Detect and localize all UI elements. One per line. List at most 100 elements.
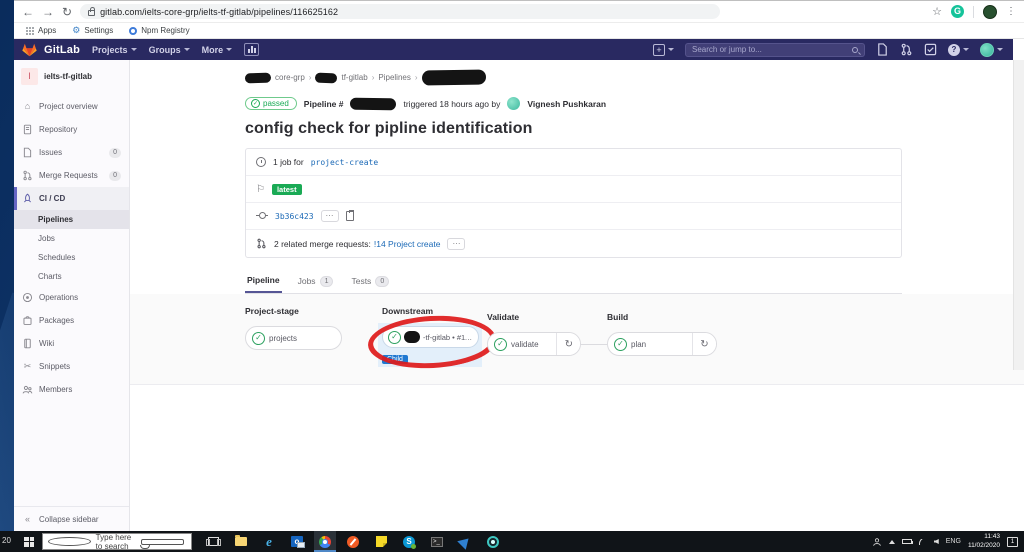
- sidebar-item-packages[interactable]: Packages: [14, 309, 129, 332]
- user-menu[interactable]: [980, 42, 1003, 57]
- copy-commit-icon[interactable]: [345, 210, 354, 221]
- ref-link[interactable]: project-create: [311, 158, 378, 167]
- teal-app-button[interactable]: [482, 531, 504, 552]
- pipeline-graph: Project-stage ✓ projects Downstream ✓ -t…: [130, 294, 1024, 385]
- gitlab-brand-text[interactable]: GitLab: [44, 44, 80, 56]
- battery-icon[interactable]: [901, 539, 913, 544]
- chevron-down-icon: [668, 48, 674, 51]
- status-badge[interactable]: ✓ passed: [245, 97, 297, 110]
- author-avatar[interactable]: [507, 97, 521, 110]
- sidebar-item-schedules[interactable]: Schedules: [14, 248, 129, 267]
- outlook-button[interactable]: o: [286, 531, 308, 552]
- sidebar-item-issues[interactable]: Issues 0: [14, 141, 129, 164]
- bookmark-settings[interactable]: ⚙ Settings: [72, 26, 113, 36]
- retry-job-button[interactable]: ↻: [692, 333, 716, 355]
- network-icon[interactable]: [918, 538, 927, 545]
- downstream-pipeline-link[interactable]: ✓ -tf-gitlab • #11...: [382, 326, 479, 348]
- sidebar-item-operations[interactable]: Operations: [14, 286, 129, 309]
- sidebar-item-snippets[interactable]: ✂ Snippets: [14, 355, 129, 378]
- speaker-icon[interactable]: [933, 539, 939, 544]
- people-icon[interactable]: [872, 537, 882, 547]
- merge-requests-nav-icon[interactable]: [900, 43, 913, 56]
- grammarly-extension-icon[interactable]: G: [951, 5, 964, 18]
- sidebar-item-project-overview[interactable]: ⌂ Project overview: [14, 95, 129, 118]
- sticky-notes-button[interactable]: [370, 531, 392, 552]
- todos-nav-icon[interactable]: [924, 43, 937, 56]
- author-name[interactable]: Vignesh Pushkaran: [527, 99, 606, 109]
- bookmark-star-icon[interactable]: ☆: [932, 5, 942, 18]
- sidebar-item-members[interactable]: Members: [14, 378, 129, 401]
- vscode-button[interactable]: [454, 531, 476, 552]
- mr-link[interactable]: !14 Project create: [374, 239, 441, 249]
- start-button[interactable]: [16, 531, 42, 552]
- clock[interactable]: 11:43 11/02/2020: [968, 533, 1000, 550]
- tab-jobs[interactable]: Jobs 1: [296, 270, 336, 293]
- breadcrumb-group[interactable]: core-grp: [275, 73, 305, 82]
- file-explorer-button[interactable]: [230, 531, 252, 552]
- browser-menu-icon[interactable]: ⋮: [1006, 6, 1016, 17]
- commit-link[interactable]: 3b36c423: [275, 212, 314, 221]
- nav-projects-menu[interactable]: Projects: [92, 45, 137, 55]
- breadcrumb-project[interactable]: tf-gitlab: [341, 73, 367, 82]
- collapse-sidebar-button[interactable]: « Collapse sidebar: [14, 506, 129, 532]
- job-validate[interactable]: ✓ validate ↻: [487, 332, 582, 356]
- sidebar-item-pipelines[interactable]: Pipelines: [14, 210, 129, 229]
- bookmark-npm-registry[interactable]: Npm Registry: [129, 26, 190, 35]
- sidebar-item-charts[interactable]: Charts: [14, 267, 129, 286]
- issues-nav-icon[interactable]: [876, 43, 889, 56]
- page-scrollbar[interactable]: ▲: [1013, 60, 1024, 370]
- refresh-icon[interactable]: ↻: [62, 6, 72, 18]
- success-check-icon: ✓: [252, 331, 265, 345]
- merge-request-icon: [256, 238, 267, 249]
- sidebar-project-header[interactable]: I ielts-tf-gitlab: [14, 60, 129, 95]
- microphone-icon[interactable]: [140, 538, 185, 549]
- url-text[interactable]: gitlab.com/ielts-core-grp/ielts-tf-gitla…: [100, 7, 338, 17]
- back-icon[interactable]: ←: [22, 6, 34, 18]
- notification-center-icon[interactable]: 1: [1007, 536, 1018, 547]
- jobs-text: 1 job for: [273, 157, 304, 167]
- sidebar-item-repository[interactable]: Repository: [14, 118, 129, 141]
- chrome-button[interactable]: [314, 531, 336, 552]
- nav-more-menu[interactable]: More: [202, 45, 233, 55]
- skype-button[interactable]: S: [398, 531, 420, 552]
- gitlab-logo-icon[interactable]: [22, 43, 37, 57]
- tab-tests[interactable]: Tests 0: [349, 270, 391, 293]
- tab-pipeline[interactable]: Pipeline: [245, 270, 282, 293]
- job-plan[interactable]: ✓ plan ↻: [607, 332, 717, 356]
- job-label: projects: [269, 333, 298, 343]
- nav-groups-menu[interactable]: Groups: [149, 45, 190, 55]
- search-input[interactable]: Search or jump to...: [685, 42, 865, 57]
- task-view-button[interactable]: [202, 531, 224, 552]
- browser-profile-avatar[interactable]: [983, 4, 997, 19]
- sidebar-item-cicd[interactable]: CI / CD: [14, 187, 129, 210]
- hidden-icons-caret[interactable]: [888, 539, 895, 544]
- sidebar-item-merge-requests[interactable]: Merge Requests 0: [14, 164, 129, 187]
- sidebar-item-label: CI / CD: [39, 194, 66, 203]
- commit-expand-button[interactable]: ···: [320, 210, 339, 222]
- chrome-icon: [319, 535, 331, 548]
- charts-nav-icon[interactable]: [244, 43, 260, 56]
- retry-job-button[interactable]: ↻: [556, 333, 581, 355]
- new-menu[interactable]: +: [653, 43, 674, 56]
- bookmark-apps[interactable]: Apps: [26, 26, 56, 35]
- mr-expand-button[interactable]: ···: [447, 237, 466, 250]
- triggered-text: triggered 18 hours ago by: [403, 98, 501, 109]
- address-bar[interactable]: gitlab.com/ielts-core-grp/ielts-tf-gitla…: [80, 4, 721, 19]
- forward-icon[interactable]: →: [42, 6, 54, 18]
- job-projects[interactable]: ✓ projects: [245, 326, 342, 350]
- stage-name: Project-stage: [245, 306, 299, 316]
- internet-explorer-button[interactable]: e: [258, 531, 280, 552]
- command-prompt-button[interactable]: >_: [426, 531, 448, 552]
- breadcrumb-pipelines[interactable]: Pipelines: [378, 73, 410, 82]
- sidebar-item-wiki[interactable]: Wiki: [14, 332, 129, 355]
- desktop: 20 ← → ↻ gitlab.com/ielts-core-grp/ielts…: [0, 0, 1024, 552]
- sidebar-item-label: Project overview: [39, 102, 98, 111]
- breadcrumb: core-grp › tf-gitlab › Pipelines ›: [130, 60, 1024, 91]
- language-indicator[interactable]: ENG: [946, 538, 961, 545]
- wiki-icon: [22, 338, 33, 349]
- taskbar-search-input[interactable]: Type here to search: [42, 533, 192, 551]
- help-menu[interactable]: ?: [948, 43, 969, 56]
- padlock-icon: [88, 6, 96, 16]
- sidebar-item-jobs[interactable]: Jobs: [14, 229, 129, 248]
- postman-button[interactable]: [342, 531, 364, 552]
